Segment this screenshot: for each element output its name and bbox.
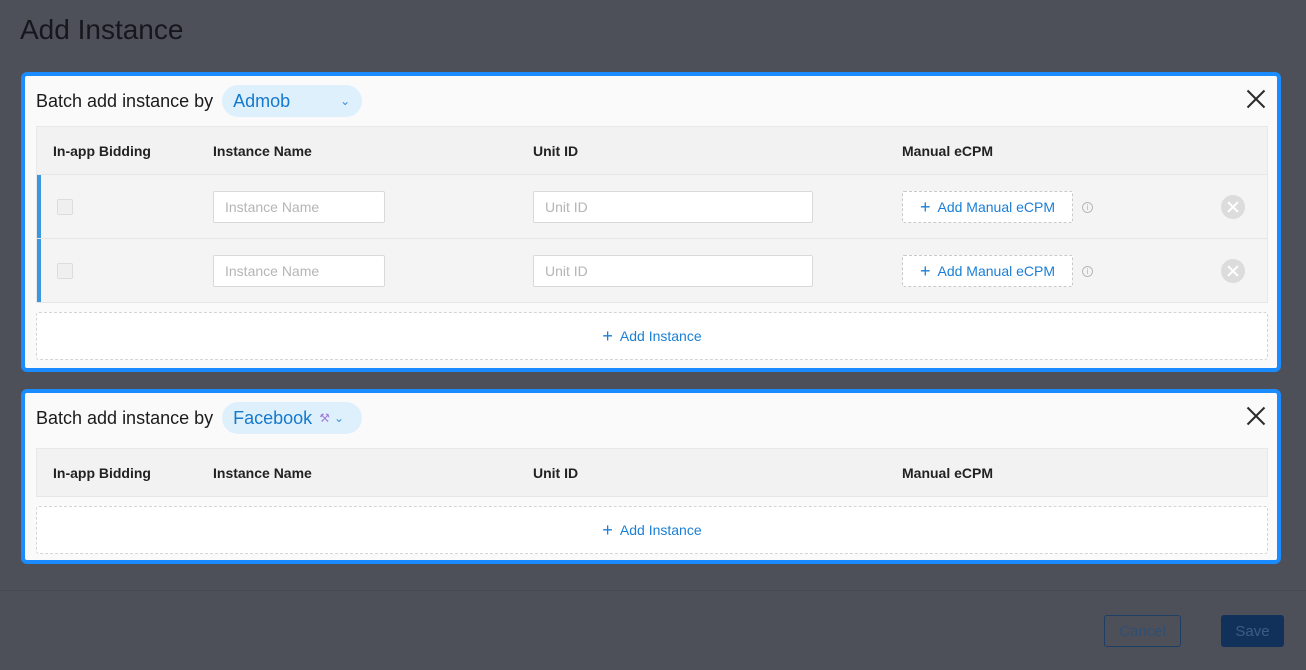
batch-panel-facebook: Batch add instance by Facebook ⚒ ⌄ In-ap… — [21, 389, 1281, 564]
column-header-unit-id: Unit ID — [533, 465, 579, 481]
column-header-bidding: In-app Bidding — [53, 143, 151, 159]
network-select-value: Admob — [233, 90, 291, 111]
network-select[interactable]: Admob ⌄ — [222, 85, 363, 117]
chevron-down-icon: ⌄ — [340, 94, 351, 108]
panel-header-label: Batch add instance by — [36, 407, 214, 428]
page-title: Add Instance — [20, 14, 184, 45]
unit-id-input[interactable] — [533, 255, 813, 287]
plus-icon: + — [919, 197, 931, 217]
add-manual-ecpm-button[interactable]: + Add Manual eCPM — [902, 255, 1073, 287]
remove-circle-icon[interactable] — [1221, 195, 1245, 219]
close-icon[interactable] — [1247, 407, 1265, 425]
instance-table: In-app Bidding Instance Name Unit ID Man… — [36, 126, 1268, 303]
save-button[interactable]: Save — [1221, 615, 1284, 647]
panel-header: Batch add instance by Admob ⌄ — [36, 84, 363, 118]
page-background: Add Instance Batch add instance by Admob… — [0, 0, 1306, 670]
add-manual-ecpm-button[interactable]: + Add Manual eCPM — [902, 191, 1073, 223]
column-header-manual-ecpm: Manual eCPM — [902, 465, 994, 481]
bidding-checkbox[interactable] — [57, 199, 73, 215]
chevron-down-icon: ⌄ — [333, 411, 345, 425]
add-instance-button[interactable]: + Add Instance — [36, 312, 1268, 360]
instance-name-input[interactable] — [213, 191, 385, 223]
column-header-instance-name: Instance Name — [213, 143, 312, 159]
column-header-manual-ecpm: Manual eCPM — [902, 143, 994, 159]
panel-header-label: Batch add instance by — [36, 90, 214, 111]
instance-table: In-app Bidding Instance Name Unit ID Man… — [36, 448, 1268, 497]
bidding-checkbox[interactable] — [57, 263, 73, 279]
cancel-button[interactable]: Cancel — [1104, 615, 1181, 647]
batch-panel-admob: Batch add instance by Admob ⌄ In-app Bid… — [21, 72, 1281, 372]
table-header: In-app Bidding Instance Name Unit ID Man… — [37, 449, 1267, 497]
column-header-bidding: In-app Bidding — [53, 465, 151, 481]
table-row: + Add Manual eCPM i — [37, 175, 1267, 239]
info-icon[interactable]: i — [1082, 266, 1093, 277]
instance-name-input[interactable] — [213, 255, 385, 287]
info-icon[interactable]: i — [1082, 202, 1093, 213]
column-header-unit-id: Unit ID — [533, 143, 579, 159]
column-header-instance-name: Instance Name — [213, 465, 312, 481]
plus-icon: + — [602, 326, 613, 346]
network-select[interactable]: Facebook ⚒ ⌄ — [222, 402, 363, 434]
plus-icon: + — [602, 520, 613, 540]
close-icon[interactable] — [1247, 90, 1265, 108]
unit-id-input[interactable] — [533, 191, 813, 223]
add-instance-label: Add Instance — [619, 328, 702, 344]
network-select-value: Facebook — [233, 407, 313, 428]
panel-header: Batch add instance by Facebook ⚒ ⌄ — [36, 401, 363, 435]
plus-icon: + — [919, 261, 931, 281]
add-manual-ecpm-label: Add Manual eCPM — [937, 199, 1056, 215]
add-instance-button[interactable]: + Add Instance — [36, 506, 1268, 554]
add-manual-ecpm-label: Add Manual eCPM — [937, 263, 1056, 279]
table-header: In-app Bidding Instance Name Unit ID Man… — [37, 127, 1267, 175]
remove-circle-icon[interactable] — [1221, 259, 1245, 283]
table-row: + Add Manual eCPM i — [37, 239, 1267, 303]
hammer-icon: ⚒ — [319, 411, 330, 425]
add-instance-label: Add Instance — [619, 522, 702, 538]
